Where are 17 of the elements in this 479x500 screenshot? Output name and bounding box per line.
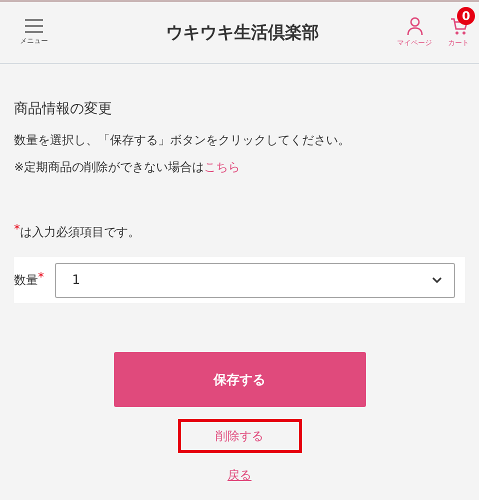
- cart-count-badge: 0: [457, 7, 475, 25]
- chevron-down-icon: [432, 277, 442, 283]
- quantity-select[interactable]: 1: [55, 262, 455, 298]
- back-link[interactable]: 戻る: [228, 467, 252, 484]
- here-link[interactable]: こちら: [204, 160, 240, 174]
- page-title: 商品情報の変更: [14, 100, 113, 118]
- menu-icon: [25, 19, 43, 33]
- site-logo: ウキウキ生活倶楽部: [165, 22, 320, 44]
- delete-button[interactable]: 削除する: [178, 419, 302, 453]
- notice-text: ※定期商品の削除ができない場合は こちら: [14, 159, 242, 176]
- required-mark: *: [14, 224, 20, 234]
- required-note: は入力必須項目です。: [20, 224, 140, 241]
- instruction-text: 数量を選択し、「保存する」ボタンをクリックしてください。: [14, 132, 351, 149]
- person-icon: [406, 17, 422, 35]
- quantity-label: 数量: [14, 272, 38, 288]
- save-button[interactable]: 保存する: [114, 352, 366, 407]
- required-mark: *: [38, 272, 44, 282]
